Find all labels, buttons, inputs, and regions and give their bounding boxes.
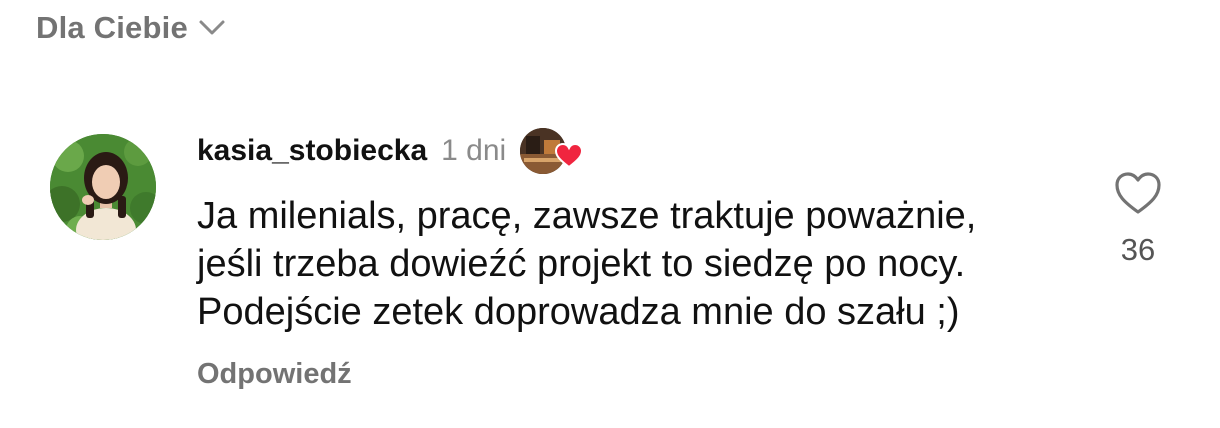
comment-header: kasia_stobiecka 1 dni [197,126,584,176]
comment-item: kasia_stobiecka 1 dni Ja milenials, prac… [0,118,1220,408]
chevron-down-icon [199,20,225,35]
avatar[interactable] [50,134,156,240]
like-count: 36 [1120,232,1156,267]
timestamp: 1 dni [441,134,507,167]
sort-label: Dla Ciebie [36,10,188,45]
comment-text-line: Podejście zetek doprowadza mnie do szału… [197,291,960,333]
comment-text-line: jeśli trzeba dowieźć projekt to siedzę p… [197,243,966,285]
sort-dropdown[interactable]: Dla Ciebie [36,10,226,46]
username[interactable]: kasia_stobiecka [197,134,427,168]
comment-text: Ja milenials, pracę, zawsze traktuje pow… [197,192,1077,336]
heart-outline-icon[interactable] [1113,170,1163,216]
heart-filled-icon [555,142,584,169]
comment-text-line: Ja milenials, pracę, zawsze traktuje pow… [197,195,977,237]
author-liked-badge [520,126,584,176]
like-area: 36 [1108,170,1168,268]
reply-button[interactable]: Odpowiedź [197,358,352,391]
